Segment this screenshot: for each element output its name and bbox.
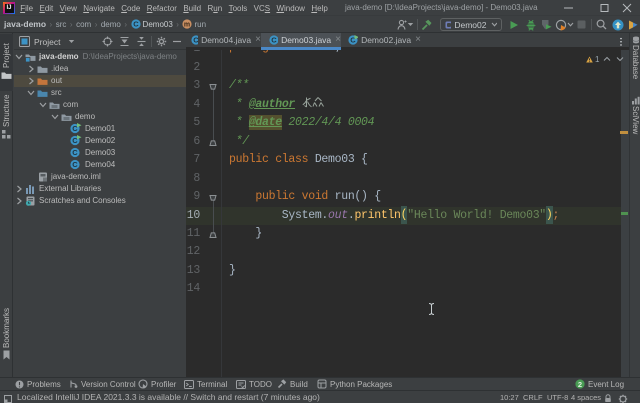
svg-text:C: C <box>72 160 78 169</box>
svg-text:C: C <box>72 148 78 157</box>
svg-text:2: 2 <box>578 380 582 389</box>
svg-text:C: C <box>193 35 198 44</box>
svg-text:C: C <box>271 35 277 44</box>
